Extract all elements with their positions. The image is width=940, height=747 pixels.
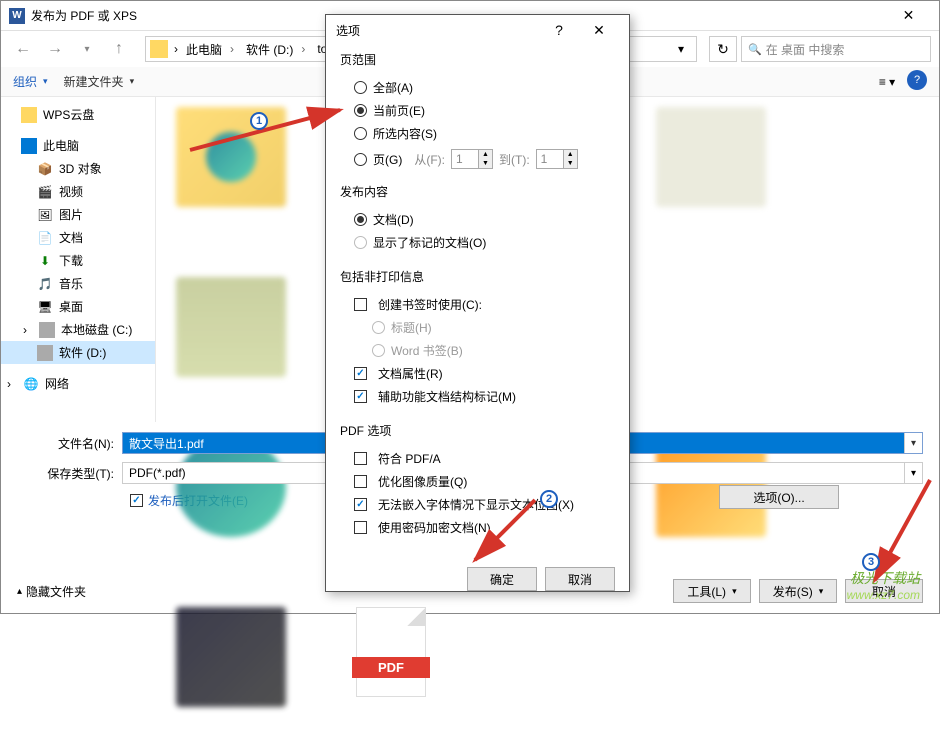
folder-icon — [21, 107, 37, 123]
radio-all[interactable] — [354, 81, 367, 94]
checkbox-accessibility[interactable] — [354, 390, 367, 403]
expand-icon[interactable]: › — [23, 323, 33, 337]
checkbox-doc-props[interactable] — [354, 367, 367, 380]
open-after-checkbox[interactable] — [130, 494, 143, 507]
breadcrumb-dropdown[interactable]: ▾ — [670, 42, 692, 56]
expand-icon[interactable]: › — [7, 377, 17, 391]
publish-button[interactable]: 发布(S) — [759, 579, 837, 603]
sidebar-item-docs[interactable]: 文档 — [1, 226, 155, 249]
arrow-annotation-3 — [870, 470, 940, 590]
sidebar-item-drive-c[interactable]: ›本地磁盘 (C:) — [1, 318, 155, 341]
monitor-icon — [21, 138, 37, 154]
checkbox-bitmap-text[interactable] — [354, 498, 367, 511]
word-icon: W — [9, 8, 25, 24]
sidebar-item-music[interactable]: 音乐 — [1, 272, 155, 295]
sidebar-item-3d[interactable]: 3D 对象 — [1, 157, 155, 180]
breadcrumb-item[interactable]: 软件 (D:) — [240, 41, 311, 58]
sidebar-item-downloads[interactable]: 下载 — [1, 249, 155, 272]
drive-icon — [37, 345, 53, 361]
drive-icon — [39, 322, 55, 338]
refresh-button[interactable] — [709, 36, 737, 62]
radio-document[interactable] — [354, 213, 367, 226]
file-item[interactable] — [166, 607, 296, 747]
document-icon — [37, 230, 53, 246]
to-page-spinner[interactable]: 1▲▼ — [536, 149, 578, 169]
breadcrumb-item[interactable]: 此电脑 — [180, 41, 240, 58]
file-item-pdf[interactable]: PDF — [326, 607, 456, 747]
desktop-icon — [37, 299, 53, 315]
file-item[interactable] — [166, 277, 296, 417]
up-button[interactable] — [105, 35, 133, 63]
arrow-annotation-1 — [180, 100, 360, 155]
tools-button[interactable]: 工具(L) — [673, 579, 751, 603]
chevron-down-icon[interactable] — [904, 433, 922, 453]
network-icon — [23, 376, 39, 392]
view-mode-button[interactable]: ≡ ▾ — [875, 70, 899, 94]
3d-icon — [37, 161, 53, 177]
forward-button[interactable] — [41, 35, 69, 63]
checkbox-pdfa[interactable] — [354, 452, 367, 465]
history-dropdown[interactable] — [73, 35, 101, 63]
spinner-up[interactable]: ▲ — [564, 150, 577, 159]
spinner-down[interactable]: ▼ — [479, 159, 492, 168]
nonprint-section: 包括非打印信息 创建书签时使用(C): 标题(H) Word 书签(B) 文档属… — [340, 268, 615, 408]
ok-button[interactable]: 确定 — [467, 567, 537, 591]
page-range-section: 页范围 全部(A) 当前页(E) 所选内容(S) 页(G) 从(F): 1▲▼ … — [340, 51, 615, 169]
options-button[interactable]: 选项(O)... — [719, 485, 839, 509]
sidebar-item-wps[interactable]: WPS云盘 — [1, 103, 155, 126]
radio-headings — [372, 321, 385, 334]
search-placeholder: 在 桌面 中搜索 — [766, 41, 845, 58]
spinner-down[interactable]: ▼ — [564, 159, 577, 168]
checkbox-encrypt[interactable] — [354, 521, 367, 534]
download-icon — [37, 253, 53, 269]
new-folder-button[interactable]: 新建文件夹 — [64, 73, 135, 90]
pdf-icon: PDF — [356, 607, 426, 697]
options-title-bar: 选项 ? ✕ — [326, 15, 629, 45]
sidebar-item-network[interactable]: ›网络 — [1, 372, 155, 395]
file-item[interactable] — [646, 107, 776, 247]
checkbox-bookmarks[interactable] — [354, 298, 367, 311]
sidebar-item-pictures[interactable]: 图片 — [1, 203, 155, 226]
file-item[interactable] — [166, 437, 296, 577]
folder-icon — [150, 40, 168, 58]
search-icon — [748, 42, 766, 56]
video-icon — [37, 184, 53, 200]
sidebar-item-pc[interactable]: 此电脑 — [1, 134, 155, 157]
music-icon — [37, 276, 53, 292]
radio-marked-up — [354, 236, 367, 249]
back-button[interactable] — [9, 35, 37, 63]
organize-menu[interactable]: 组织 — [13, 73, 48, 90]
help-button[interactable]: ? — [907, 70, 927, 90]
sidebar-item-desktop[interactable]: 桌面 — [1, 295, 155, 318]
from-page-spinner[interactable]: 1▲▼ — [451, 149, 493, 169]
publish-content-section: 发布内容 文档(D) 显示了标记的文档(O) — [340, 183, 615, 254]
sidebar-item-video[interactable]: 视频 — [1, 180, 155, 203]
sidebar: WPS云盘 此电脑 3D 对象 视频 图片 文档 下载 音乐 桌面 ›本地磁盘 … — [1, 97, 156, 422]
filename-label: 文件名(N): — [17, 435, 122, 452]
search-input[interactable]: 在 桌面 中搜索 — [741, 36, 931, 62]
window-buttons: ✕ — [886, 1, 931, 31]
hide-folders-toggle[interactable]: 隐藏文件夹 — [17, 583, 86, 600]
sidebar-item-drive-d[interactable]: 软件 (D:) — [1, 341, 155, 364]
radio-word-bookmarks — [372, 344, 385, 357]
spinner-up[interactable]: ▲ — [479, 150, 492, 159]
close-button[interactable]: ✕ — [886, 1, 931, 31]
options-title: 选项 — [336, 22, 539, 39]
checkbox-image-quality[interactable] — [354, 475, 367, 488]
cancel-button[interactable]: 取消 — [545, 567, 615, 591]
close-button[interactable]: ✕ — [579, 16, 619, 44]
picture-icon — [37, 207, 53, 223]
savetype-label: 保存类型(T): — [17, 465, 122, 482]
help-button[interactable]: ? — [539, 16, 579, 44]
arrow-annotation-2 — [445, 490, 545, 570]
